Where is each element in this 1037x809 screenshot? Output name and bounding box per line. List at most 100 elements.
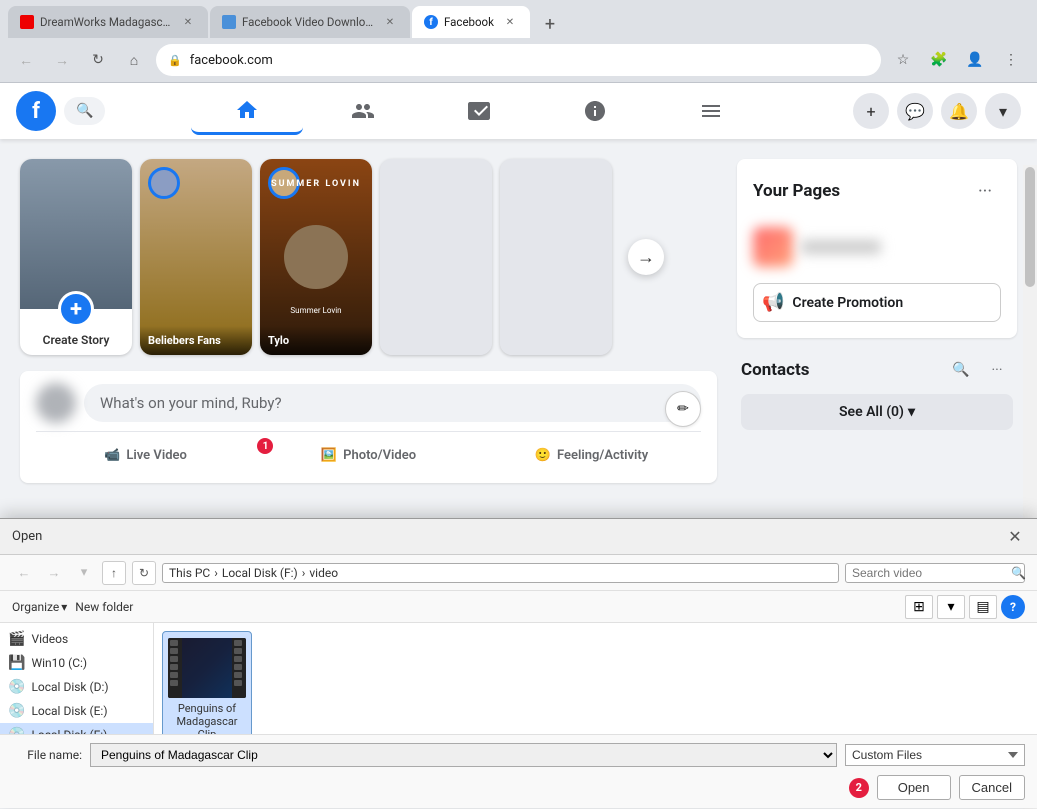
- live-video-button[interactable]: 📹 Live Video: [36, 440, 255, 471]
- tab-1-close[interactable]: ✕: [180, 14, 196, 30]
- nav-watch[interactable]: [423, 87, 535, 135]
- view-list-button[interactable]: ▤: [969, 595, 997, 619]
- sidebar-local-f[interactable]: 💿 Local Disk (F:): [0, 723, 153, 734]
- fb-add-button[interactable]: +: [853, 93, 889, 129]
- view-buttons: ⊞ ▾ ▤ ?: [905, 595, 1025, 619]
- story-card-2[interactable]: SUMMER LOVIN Summer Lovin Tylo: [260, 159, 372, 355]
- new-tab-button[interactable]: +: [536, 10, 564, 38]
- contacts-more-btn[interactable]: ···: [981, 354, 1013, 386]
- your-pages-section: Your Pages ··· 📢 Create Promotion: [737, 159, 1017, 338]
- fb-search-bar[interactable]: 🔍: [64, 97, 105, 125]
- url-bar[interactable]: 🔒 facebook.com: [156, 44, 881, 76]
- feeling-button[interactable]: 🙂 Feeling/Activity: [482, 440, 701, 471]
- story-placeholder-1[interactable]: [380, 159, 492, 355]
- sidebar-local-d[interactable]: 💿 Local Disk (D:): [0, 675, 153, 699]
- tab-2[interactable]: Facebook Video Downloader On... ✕: [210, 6, 410, 38]
- film-strip-left: [168, 638, 182, 698]
- view-dropdown-button[interactable]: ▾: [937, 595, 965, 619]
- nav-menu[interactable]: [655, 87, 767, 135]
- fb-account-button[interactable]: ▾: [985, 93, 1021, 129]
- create-promotion-button[interactable]: 📢 Create Promotion: [753, 283, 1001, 322]
- search-submit-icon[interactable]: 🔍: [1011, 566, 1026, 580]
- breadcrumb-sep-1: ›: [214, 566, 218, 580]
- bookmark-button[interactable]: ☆: [889, 46, 917, 74]
- tab-3[interactable]: f Facebook ✕: [412, 6, 530, 38]
- film-hole-r5: [234, 672, 242, 678]
- home-button[interactable]: ⌂: [120, 46, 148, 74]
- dialog-dropdown-button[interactable]: ▾: [72, 561, 96, 585]
- sidebar-win10-c-label: Win10 (C:): [31, 656, 87, 670]
- dialog-close-button[interactable]: ✕: [1005, 527, 1025, 547]
- tab-1[interactable]: DreamWorks Madagascar | Nort... ✕: [8, 6, 208, 38]
- contacts-header: Contacts 🔍 ···: [741, 354, 1013, 386]
- edit-icon: ✏: [677, 401, 689, 417]
- story-placeholder-2-bg: [500, 159, 612, 355]
- your-pages-title: Your Pages: [753, 181, 840, 201]
- fb-messenger-button[interactable]: 💬: [897, 93, 933, 129]
- cancel-button[interactable]: Cancel: [959, 775, 1025, 800]
- breadcrumb-bar[interactable]: This PC › Local Disk (F:) › video: [162, 563, 839, 583]
- nav-friends[interactable]: [307, 87, 419, 135]
- stories-row: + Create Story Beliebers Fans: [20, 159, 717, 355]
- file-item-penguins[interactable]: Penguins of Madagascar Clip: [162, 631, 252, 734]
- film-hole-r3: [234, 656, 242, 662]
- sidebar-local-e[interactable]: 💿 Local Disk (E:): [0, 699, 153, 723]
- refresh-button[interactable]: ↻: [84, 46, 112, 74]
- your-pages-more-btn[interactable]: ···: [969, 175, 1001, 207]
- page-name: [801, 240, 881, 254]
- page-preview: [753, 219, 1001, 275]
- organize-button[interactable]: Organize ▾: [12, 600, 67, 614]
- tab-2-favicon: [222, 15, 236, 29]
- view-grid-button[interactable]: ⊞: [905, 595, 933, 619]
- fb-logo[interactable]: f: [16, 91, 56, 131]
- tab-3-close[interactable]: ✕: [502, 14, 518, 30]
- dialog-back-button[interactable]: ←: [12, 561, 36, 585]
- nav-marketplace[interactable]: [539, 87, 651, 135]
- filename-input-select[interactable]: Penguins of Madagascar Clip: [90, 743, 837, 767]
- see-all-label: See All (0): [839, 404, 904, 420]
- edit-post-button[interactable]: ✏: [665, 391, 701, 427]
- tab-2-close[interactable]: ✕: [382, 14, 398, 30]
- feeling-label: Feeling/Activity: [557, 448, 648, 463]
- file-thumbnail-penguins: [168, 638, 246, 698]
- fb-notifications-button[interactable]: 🔔: [941, 93, 977, 129]
- film-strip-right: [232, 638, 246, 698]
- create-promotion-label: Create Promotion: [792, 295, 903, 311]
- story-1-overlay: Beliebers Fans: [140, 326, 252, 355]
- story-placeholder-2[interactable]: [500, 159, 612, 355]
- back-button[interactable]: ←: [12, 46, 40, 74]
- win10-c-icon: 💾: [8, 655, 25, 671]
- dialog-refresh-button[interactable]: ↻: [132, 561, 156, 585]
- create-story-card[interactable]: + Create Story: [20, 159, 132, 355]
- story-card-1[interactable]: Beliebers Fans: [140, 159, 252, 355]
- videos-icon: 🎬: [8, 631, 25, 647]
- profile-button[interactable]: 👤: [961, 46, 989, 74]
- stories-next-button[interactable]: →: [628, 239, 664, 275]
- search-bar[interactable]: 🔍: [845, 563, 1025, 583]
- film-hole-5: [170, 672, 178, 678]
- sidebar-videos[interactable]: 🎬 Videos: [0, 627, 153, 651]
- search-input[interactable]: [852, 566, 1007, 580]
- post-input[interactable]: What's on your mind, Ruby?: [84, 384, 701, 422]
- forward-button[interactable]: →: [48, 46, 76, 74]
- help-button[interactable]: ?: [1001, 595, 1025, 619]
- filetype-select[interactable]: Custom Files All Files: [845, 744, 1025, 766]
- dialog-sidebar: 🎬 Videos 💾 Win10 (C:) 💿 Local Disk (D:) …: [0, 623, 154, 734]
- dialog-forward-button[interactable]: →: [42, 561, 66, 585]
- scrollbar-thumb[interactable]: [1025, 167, 1035, 287]
- photo-video-button[interactable]: 🖼️ Photo/Video: [259, 440, 478, 471]
- sidebar-win10-c[interactable]: 💾 Win10 (C:): [0, 651, 153, 675]
- settings-button[interactable]: ⋮: [997, 46, 1025, 74]
- open-button[interactable]: Open: [877, 775, 951, 800]
- dialog-up-button[interactable]: ↑: [102, 561, 126, 585]
- extensions-button[interactable]: 🧩: [925, 46, 953, 74]
- local-f-icon: 💿: [8, 727, 25, 734]
- contacts-search-btn[interactable]: 🔍: [945, 354, 977, 386]
- dialog-action-row: 2 Open Cancel: [12, 775, 1025, 800]
- nav-home[interactable]: [191, 87, 303, 135]
- dialog-bottom-bar: File name: Penguins of Madagascar Clip C…: [0, 734, 1037, 808]
- new-folder-button[interactable]: New folder: [75, 600, 133, 614]
- film-hole-1: [170, 640, 178, 646]
- see-all-button[interactable]: See All (0) ▾: [741, 394, 1013, 430]
- breadcrumb-sep-2: ›: [302, 566, 306, 580]
